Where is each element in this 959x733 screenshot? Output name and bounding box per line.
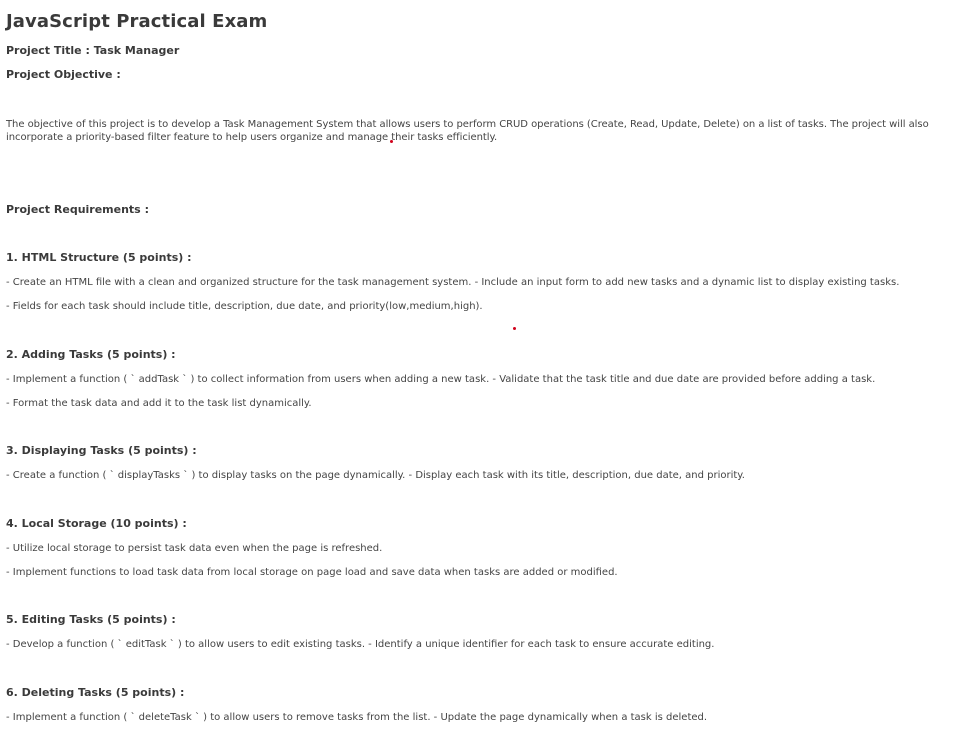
section-heading-editing-tasks: 5. Editing Tasks (5 points) :	[6, 613, 176, 626]
project-title: Project Title : Task Manager	[6, 44, 180, 57]
page-title: JavaScript Practical Exam	[6, 11, 268, 32]
requirements-heading: Project Requirements :	[6, 203, 149, 216]
objective-text: The objective of this project is to deve…	[6, 119, 929, 143]
section-line: - Implement a function ( ` deleteTask ` …	[6, 712, 708, 723]
section-heading-displaying-tasks: 3. Displaying Tasks (5 points) :	[6, 444, 197, 457]
red-marker-dot	[513, 327, 516, 330]
section-line: - Implement functions to load task data …	[6, 567, 618, 578]
section-line: - Format the task data and add it to the…	[6, 398, 312, 409]
section-line: - Create a function ( ` displayTasks ` )…	[6, 470, 745, 481]
section-line: - Create an HTML file with a clean and o…	[6, 277, 900, 288]
section-line: - Utilize local storage to persist task …	[6, 543, 383, 554]
red-marker-dot	[390, 140, 393, 143]
section-heading-deleting-tasks: 6. Deleting Tasks (5 points) :	[6, 686, 185, 699]
section-line: - Fields for each task should include ti…	[6, 301, 483, 312]
section-line: - Implement a function ( ` addTask ` ) t…	[6, 374, 876, 385]
section-heading-adding-tasks: 2. Adding Tasks (5 points) :	[6, 348, 176, 361]
section-heading-html-structure: 1. HTML Structure (5 points) :	[6, 251, 192, 264]
project-objective-heading: Project Objective :	[6, 68, 121, 81]
section-heading-local-storage: 4. Local Storage (10 points) :	[6, 517, 187, 530]
section-line: - Develop a function ( ` editTask ` ) to…	[6, 639, 715, 650]
